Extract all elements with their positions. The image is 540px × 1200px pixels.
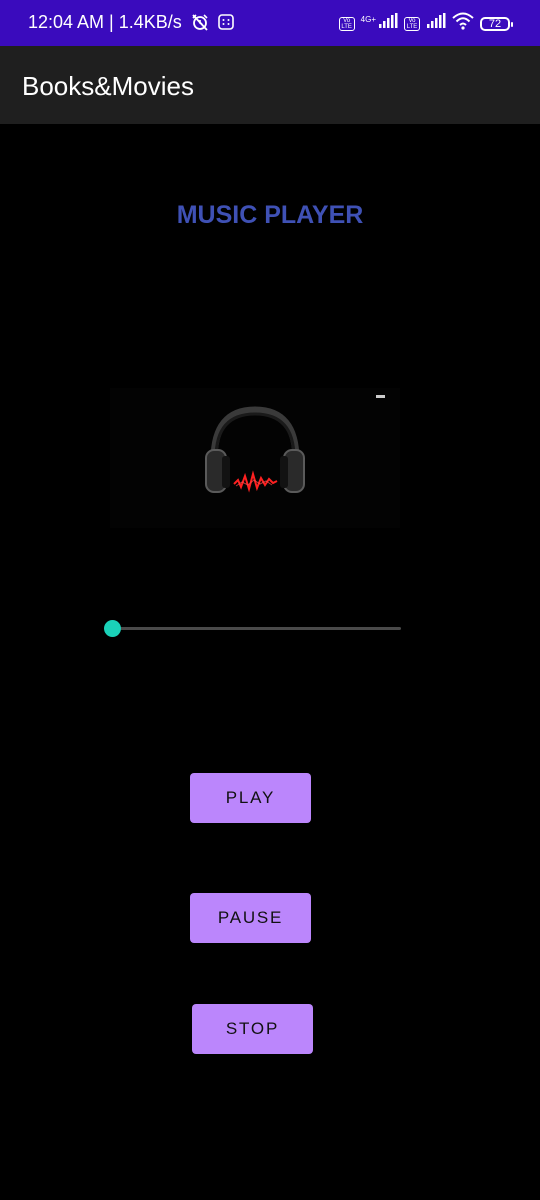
stop-button[interactable]: STOP [192, 1004, 313, 1054]
wifi-icon [452, 12, 474, 35]
app-title: Books&Movies [22, 71, 194, 101]
album-artwork [110, 388, 400, 528]
network-type-label: 4G+ [360, 15, 376, 24]
status-bar: 12:04 AM | 1.4KB/s Vo LTE 4G+ Vo LTE 72 [0, 0, 540, 46]
page-title: MUSIC PLAYER [176, 201, 364, 229]
status-right-icons: Vo LTE 4G+ Vo LTE 72 [338, 12, 513, 35]
alarm-off-icon [190, 12, 210, 37]
signal-icon-2 [426, 13, 446, 34]
volte-icon: Vo LTE [338, 16, 355, 31]
seek-track[interactable] [112, 627, 401, 630]
app-bar: Books&Movies [0, 46, 540, 124]
headphones-icon [110, 388, 400, 528]
signal-icon [378, 13, 398, 34]
seek-bar[interactable] [104, 620, 404, 638]
status-left-icons [190, 12, 234, 37]
app-notification-icon [218, 14, 234, 35]
battery-icon: 72 [480, 16, 513, 31]
pause-button[interactable]: PAUSE [190, 893, 311, 943]
seek-thumb[interactable] [104, 620, 121, 637]
volte-icon-2: Vo LTE [404, 16, 420, 31]
status-time: 12:04 AM | 1.4KB/s [28, 12, 182, 32]
play-button[interactable]: PLAY [190, 773, 311, 823]
